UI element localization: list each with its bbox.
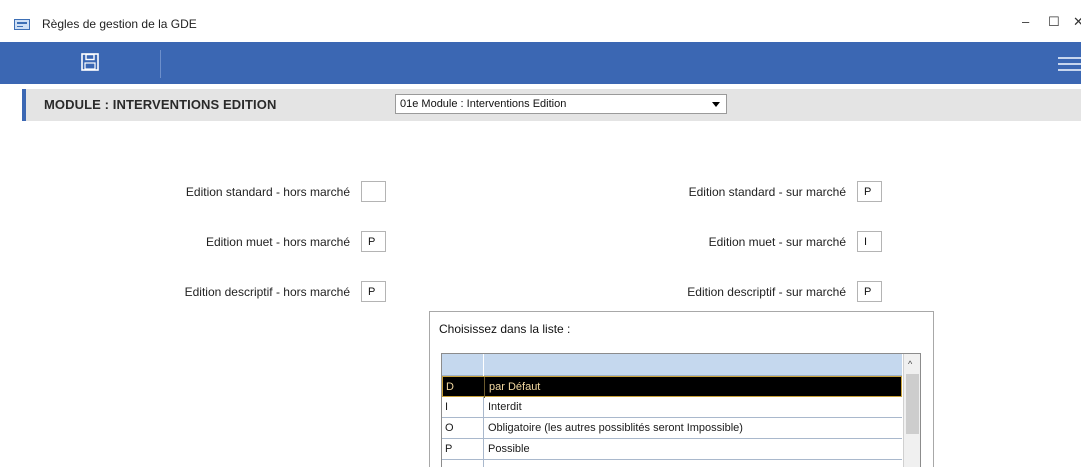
minimize-button[interactable]: – [1022, 14, 1029, 30]
list-item-label: Interdit [488, 401, 522, 413]
module-accent [22, 89, 26, 121]
module-select[interactable]: 01e Module : Interventions Edition [395, 94, 727, 114]
field-label-standard-hors-marche: Edition standard - hors marché [185, 185, 350, 199]
field-label-muet-sur-marche: Edition muet - sur marché [708, 235, 846, 249]
field-descriptif-hors-marche[interactable]: P [361, 281, 386, 302]
field-muet-hors-marche[interactable]: P [361, 231, 386, 252]
scroll-up-icon[interactable]: ^ [908, 359, 912, 369]
field-label-standard-sur-marche: Edition standard - sur marché [688, 185, 846, 199]
field-label-muet-hors-marche: Edition muet - hors marché [205, 235, 350, 249]
popup-title: Choisissez dans la liste : [439, 322, 571, 336]
hamburger-menu-icon[interactable] [1058, 55, 1081, 73]
close-button[interactable]: ✕ [1073, 14, 1081, 30]
field-standard-sur-marche[interactable]: P [857, 181, 882, 202]
list-item-code: O [445, 422, 454, 434]
list-item-code: I [445, 401, 449, 413]
choice-popup: Choisissez dans la liste : D par Défaut … [429, 311, 934, 467]
list-item[interactable]: D par Défaut [442, 376, 902, 398]
field-label-descriptif-hors-marche: Edition descriptif - hors marché [184, 285, 350, 299]
chevron-down-icon[interactable] [712, 102, 720, 107]
maximize-button[interactable]: ☐ [1048, 14, 1060, 30]
list-item[interactable] [442, 460, 902, 467]
module-header: MODULE : INTERVENTIONS EDITION 01e Modul… [22, 89, 1081, 121]
toolbar [0, 42, 1081, 84]
module-title: MODULE : INTERVENTIONS EDITION [44, 97, 277, 112]
window-title: Règles de gestion de la GDE [42, 17, 197, 31]
list-item[interactable]: P Possible [442, 439, 902, 460]
scroll-thumb[interactable] [906, 374, 919, 434]
toolbar-separator [160, 50, 161, 78]
grid-header [442, 354, 902, 376]
field-descriptif-sur-marche[interactable]: P [857, 281, 882, 302]
list-item-code: P [445, 443, 453, 455]
module-select-value: 01e Module : Interventions Edition [400, 98, 567, 110]
list-item[interactable]: I Interdit [442, 397, 902, 418]
field-muet-sur-marche[interactable]: I [857, 231, 882, 252]
field-standard-hors-marche[interactable] [361, 181, 386, 202]
list-item[interactable]: O Obligatoire (les autres possiblités se… [442, 418, 902, 439]
window-titlebar: Règles de gestion de la GDE – ☐ ✕ [0, 0, 1081, 42]
list-item-code: D [446, 381, 454, 393]
save-icon[interactable] [80, 52, 100, 72]
list-scrollbar[interactable]: ^ [903, 354, 920, 467]
list-item-label: Possible [488, 443, 530, 455]
choice-grid: D par Défaut I Interdit O Obligatoire (l… [441, 353, 921, 467]
list-item-label: par Défaut [489, 381, 541, 393]
app-icon [14, 19, 30, 30]
field-label-descriptif-sur-marche: Edition descriptif - sur marché [687, 285, 846, 299]
list-item-label: Obligatoire (les autres possiblités sero… [488, 422, 743, 434]
